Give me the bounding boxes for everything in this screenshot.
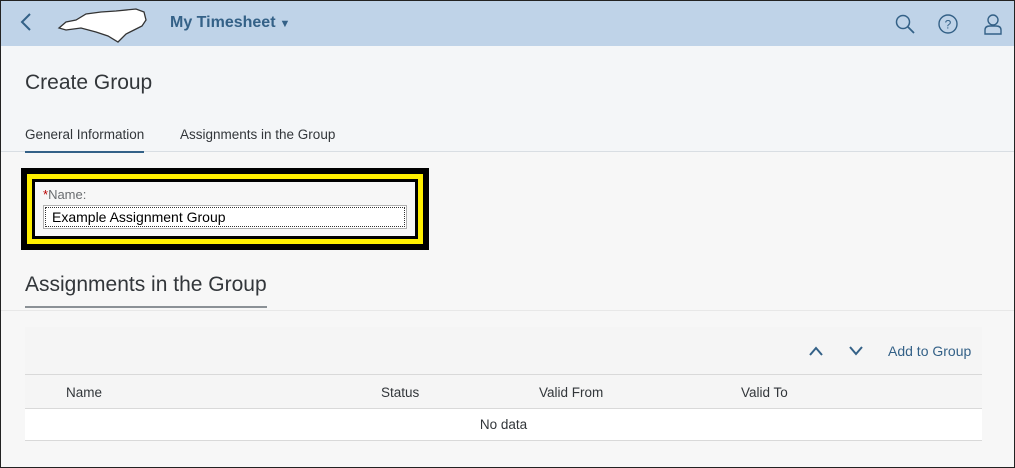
help-icon[interactable]: ? — [937, 13, 959, 35]
no-data-message: No data — [25, 409, 982, 441]
tab-general-information[interactable]: General Information — [25, 127, 145, 153]
svg-text:?: ? — [945, 18, 952, 32]
shell-bar: My Timesheet ▼ ? — [1, 1, 1014, 46]
app-title: My Timesheet — [170, 14, 276, 31]
section-title: Assignments in the Group — [25, 273, 267, 308]
caret-down-icon: ▼ — [279, 18, 291, 30]
logo — [56, 6, 151, 49]
user-icon[interactable] — [982, 13, 1004, 35]
divider — [1, 310, 1014, 311]
name-label: *Name: — [43, 187, 87, 202]
table-toolbar: Add to Group — [25, 327, 982, 375]
table-header: Name Status Valid From Valid To — [25, 375, 982, 409]
column-header-valid-to[interactable]: Valid To — [741, 385, 788, 400]
move-down-icon[interactable] — [848, 345, 864, 357]
column-header-valid-from[interactable]: Valid From — [539, 385, 603, 400]
name-form: *Name: — [35, 182, 415, 236]
app-title-menu[interactable]: My Timesheet ▼ — [170, 14, 290, 32]
back-button[interactable] — [19, 11, 39, 35]
search-icon[interactable] — [894, 13, 916, 35]
name-input[interactable] — [43, 205, 407, 229]
add-to-group-button[interactable]: Add to Group — [888, 343, 971, 359]
highlight-box: *Name: — [21, 168, 429, 250]
page-title: Create Group — [25, 71, 153, 94]
tab-assignments-in-the-group[interactable]: Assignments in the Group — [180, 127, 335, 151]
chevron-left-icon — [20, 13, 31, 31]
column-header-name[interactable]: Name — [66, 385, 102, 400]
move-up-icon[interactable] — [808, 345, 824, 357]
assignments-table: Add to Group Name Status Valid From Vali… — [25, 327, 982, 441]
column-header-status[interactable]: Status — [381, 385, 419, 400]
page-header: Create Group General Information Assignm… — [1, 46, 1014, 153]
